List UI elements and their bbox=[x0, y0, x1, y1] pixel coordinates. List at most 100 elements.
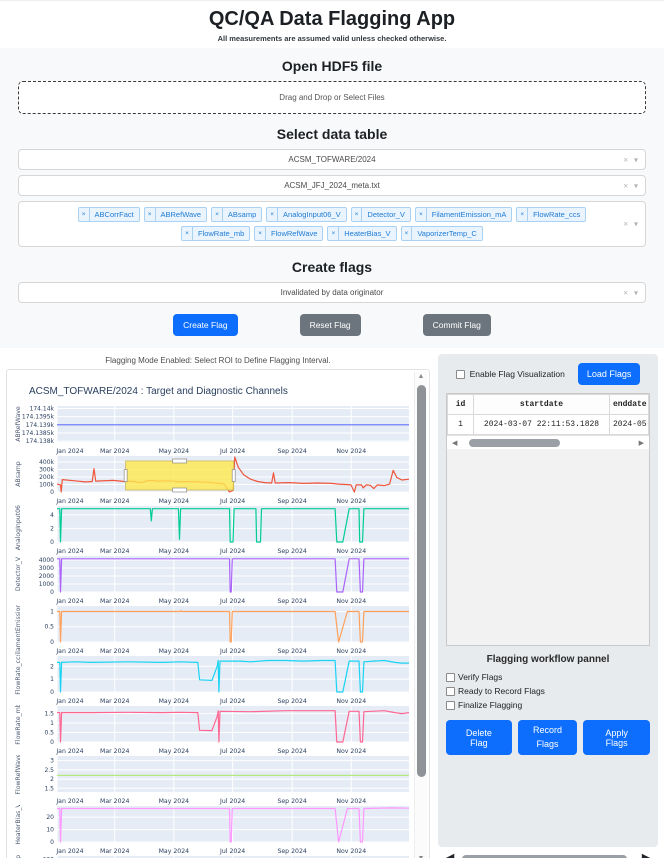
x-tick-label: Jan 2024 bbox=[55, 748, 83, 755]
clear-icon[interactable]: × bbox=[623, 181, 628, 190]
x-tick-label: Sep 2024 bbox=[277, 698, 306, 705]
y-tick-label: 174.14k bbox=[30, 405, 55, 412]
chip-remove-icon[interactable]: × bbox=[255, 227, 266, 240]
y-tick-label: 174.138k bbox=[26, 438, 55, 445]
subplot-AnalogInput06_V[interactable]: AnalogInput06_VJan 2024Mar 2024May 2024J… bbox=[13, 505, 417, 555]
subplot-Detector_V[interactable]: Detector_VJan 2024Mar 2024May 2024Jul 20… bbox=[13, 555, 417, 605]
channel-chip[interactable]: ×ABCorrFact bbox=[78, 207, 140, 222]
channel-chip[interactable]: ×FlowRate_mb bbox=[181, 226, 250, 241]
y-tick-label: 0.5 bbox=[44, 730, 54, 737]
x-tick-label: May 2024 bbox=[159, 848, 190, 855]
clear-icon[interactable]: × bbox=[623, 220, 628, 229]
y-tick-label: 2 bbox=[50, 525, 54, 532]
subplot-FlowRate_ccs[interactable]: FlowRate_ccsJan 2024Mar 2024May 2024Jul … bbox=[13, 655, 417, 705]
y-axis-label: FlowRefWave bbox=[15, 755, 22, 795]
chevron-down-icon[interactable]: ▾ bbox=[634, 220, 638, 229]
flags-column-header: id bbox=[448, 395, 474, 415]
enable-flag-viz-checkbox[interactable] bbox=[456, 370, 465, 379]
chevron-down-icon[interactable]: ▾ bbox=[634, 181, 638, 190]
chip-label: ABCorrFact bbox=[90, 208, 139, 221]
roi-selection[interactable] bbox=[126, 461, 234, 490]
y-tick-label: 174.1395k bbox=[22, 414, 55, 421]
chip-remove-icon[interactable]: × bbox=[182, 227, 193, 240]
file-dropzone[interactable]: Drag and Drop or Select Files bbox=[18, 81, 646, 114]
chevron-down-icon[interactable]: ▾ bbox=[634, 288, 638, 297]
vertical-scrollbar[interactable]: ▲ ▼ bbox=[414, 372, 427, 858]
x-tick-label: Jan 2024 bbox=[55, 648, 83, 655]
channel-chip[interactable]: ×FlowRate_ccs bbox=[516, 207, 586, 222]
apply-flags-button[interactable]: Apply Flags bbox=[583, 720, 650, 755]
roi-handle[interactable] bbox=[173, 459, 187, 463]
ready-to-record-checkbox[interactable] bbox=[446, 687, 455, 696]
subplot-FilamentEmission_mA[interactable]: FilamentEmission_mAJan 2024Mar 2024May 2… bbox=[13, 605, 417, 655]
subplot-HeaterBias_V[interactable]: HeaterBias_VJan 2024Mar 2024May 2024Jul … bbox=[13, 805, 417, 855]
scroll-right-icon[interactable]: ▶ bbox=[642, 849, 654, 858]
meta-file-dropdown[interactable]: ACSM_JFJ_2024_meta.txt × ▾ bbox=[18, 175, 646, 196]
scroll-down-icon[interactable]: ▼ bbox=[418, 854, 425, 858]
table-group-dropdown[interactable]: ACSM_TOFWARE/2024 × ▾ bbox=[18, 149, 646, 170]
x-tick-label: May 2024 bbox=[159, 448, 190, 455]
table-row[interactable]: 12024-03-07 22:11:53.18282024-05-28 17 bbox=[448, 415, 649, 435]
x-tick-label: Nov 2024 bbox=[336, 698, 366, 705]
channel-chip[interactable]: ×Detector_V bbox=[351, 207, 411, 222]
x-tick-label: Jul 2024 bbox=[219, 798, 245, 805]
channel-chip[interactable]: ×VaporizerTemp_C bbox=[401, 226, 483, 241]
roi-handle[interactable] bbox=[173, 488, 187, 492]
table-horizontal-scrollbar[interactable]: ◀ ▶ bbox=[447, 435, 649, 449]
scroll-left-icon[interactable]: ◀ bbox=[442, 849, 454, 858]
channel-chip[interactable]: ×ABRefWave bbox=[144, 207, 207, 222]
channel-chip[interactable]: ×ABsamp bbox=[211, 207, 262, 222]
channel-chip[interactable]: ×AnalogInput06_V bbox=[266, 207, 346, 222]
chip-remove-icon[interactable]: × bbox=[416, 208, 427, 221]
chip-remove-icon[interactable]: × bbox=[79, 208, 90, 221]
channel-chip[interactable]: ×FilamentEmission_mA bbox=[415, 207, 512, 222]
channel-chip[interactable]: ×FlowRefWave bbox=[254, 226, 323, 241]
chip-remove-icon[interactable]: × bbox=[352, 208, 363, 221]
vertical-scrollbar-thumb[interactable] bbox=[417, 385, 426, 777]
flags-table[interactable]: idstartdateenddate 12024-03-07 22:11:53.… bbox=[447, 394, 649, 435]
y-tick-label: 0 bbox=[50, 539, 54, 546]
subplot-ABRefWave[interactable]: ABRefWaveJan 2024Mar 2024May 2024Jul 202… bbox=[13, 405, 417, 455]
panel-horizontal-scrollbar[interactable]: ◀ ▶ bbox=[438, 851, 658, 858]
x-tick-label: Sep 2024 bbox=[277, 598, 306, 605]
x-tick-label: Sep 2024 bbox=[277, 448, 306, 455]
table-scrollbar-thumb[interactable] bbox=[469, 439, 560, 447]
clear-icon[interactable]: × bbox=[623, 288, 628, 297]
chip-remove-icon[interactable]: × bbox=[212, 208, 223, 221]
clear-icon[interactable]: × bbox=[623, 155, 628, 164]
record-flags-button[interactable]: Record Flags bbox=[518, 720, 578, 755]
chevron-down-icon[interactable]: ▾ bbox=[634, 155, 638, 164]
flags-column-header: startdate bbox=[474, 395, 610, 415]
channel-chip[interactable]: ×HeaterBias_V bbox=[327, 226, 396, 241]
scroll-right-icon[interactable]: ▶ bbox=[636, 439, 647, 447]
scroll-up-icon[interactable]: ▲ bbox=[418, 372, 425, 382]
chip-remove-icon[interactable]: × bbox=[328, 227, 339, 240]
reset-flag-button[interactable]: Reset Flag bbox=[300, 314, 361, 336]
chip-remove-icon[interactable]: × bbox=[402, 227, 413, 240]
x-tick-label: Jan 2024 bbox=[55, 448, 83, 455]
commit-flag-button[interactable]: Commit Flag bbox=[423, 314, 491, 336]
chip-label: ABsamp bbox=[223, 208, 261, 221]
chip-remove-icon[interactable]: × bbox=[145, 208, 156, 221]
scroll-left-icon[interactable]: ◀ bbox=[449, 439, 460, 447]
verify-flags-checkbox[interactable] bbox=[446, 673, 455, 682]
channel-multiselect[interactable]: ×ABCorrFact×ABRefWave×ABsamp×AnalogInput… bbox=[18, 201, 646, 247]
subplot-FlowRefWave[interactable]: FlowRefWaveJan 2024Mar 2024May 2024Jul 2… bbox=[13, 755, 417, 805]
subplot-ABsamp[interactable]: ABsampJan 2024Mar 2024May 2024Jul 2024Se… bbox=[13, 455, 417, 505]
chip-remove-icon[interactable]: × bbox=[517, 208, 528, 221]
x-tick-label: May 2024 bbox=[159, 798, 190, 805]
table-cell: 2024-03-07 22:11:53.1828 bbox=[474, 415, 610, 435]
panel-scrollbar-thumb[interactable] bbox=[462, 855, 627, 858]
roi-handle[interactable] bbox=[232, 470, 235, 482]
flag-type-dropdown[interactable]: Invalidated by data originator × ▾ bbox=[18, 282, 646, 303]
flags-panel: Enable Flag Visualization Load Flags ids… bbox=[438, 354, 658, 858]
create-flag-button[interactable]: Create Flag bbox=[173, 314, 237, 336]
finalize-flagging-checkbox[interactable] bbox=[446, 701, 455, 710]
load-flags-button[interactable]: Load Flags bbox=[578, 363, 641, 385]
delete-flag-button[interactable]: Delete Flag bbox=[446, 720, 512, 755]
subplot-FlowRate_mb[interactable]: FlowRate_mbJan 2024Mar 2024May 2024Jul 2… bbox=[13, 705, 417, 755]
roi-handle[interactable] bbox=[124, 470, 127, 482]
y-tick-label: 1 bbox=[50, 720, 54, 727]
chip-remove-icon[interactable]: × bbox=[267, 208, 278, 221]
flag-type-value: Invalidated by data originator bbox=[281, 288, 384, 297]
